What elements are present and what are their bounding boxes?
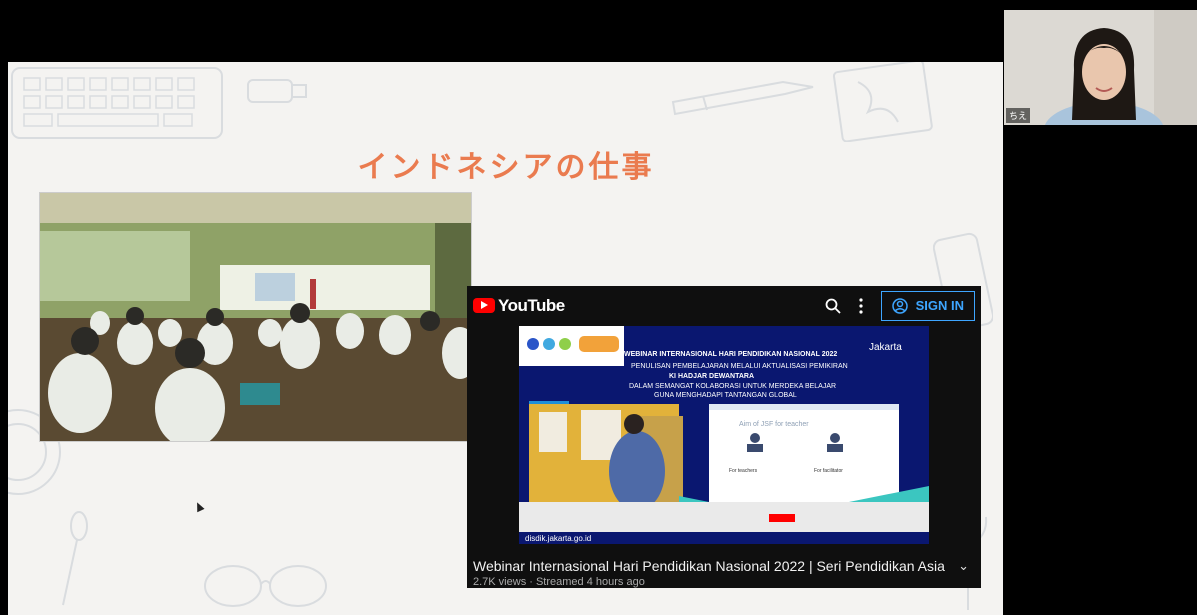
participant-video[interactable]: ちえ — [1004, 10, 1197, 125]
banner-site: disdik.jakarta.go.id — [525, 534, 591, 543]
banner-line4: DALAM SEMANGAT KOLABORASI UNTUK MERDEKA … — [629, 383, 836, 390]
banner-line3: KI HADJAR DEWANTARA — [669, 373, 754, 380]
youtube-embed[interactable]: YouTube SIGN IN WEBINAR INTERNASIONAL HA… — [467, 286, 981, 588]
classroom-photo — [39, 192, 472, 442]
notebook-doodle-icon — [832, 62, 933, 142]
mouse-cursor-icon — [193, 500, 205, 513]
youtube-play-logo-icon — [473, 298, 495, 313]
search-icon[interactable] — [825, 298, 841, 314]
presentation-slide: インドネシアの仕事 YouTube SIGN IN WEBINAR INTERN… — [8, 62, 1003, 615]
keyboard-doodle-icon — [11, 67, 223, 139]
account-icon — [891, 297, 908, 314]
youtube-logo[interactable]: YouTube — [473, 296, 565, 316]
slide-right-text: For facilitator — [814, 468, 843, 474]
pencil-doodle-icon — [671, 80, 814, 116]
banner-line2: PENULISAN PEMBELAJARAN MELALUI AKTUALISA… — [631, 363, 848, 370]
video-title[interactable]: Webinar Internasional Hari Pendidikan Na… — [473, 558, 945, 574]
banner-line5: GUNA MENGHADAPI TANTANGAN GLOBAL — [654, 392, 797, 399]
sign-in-button[interactable]: SIGN IN — [880, 290, 975, 321]
slide-title: インドネシアの仕事 — [357, 150, 655, 185]
slide-left-text: For teachers — [729, 468, 758, 474]
more-options-icon[interactable] — [858, 297, 863, 314]
participant-avatar — [1004, 10, 1197, 125]
banner-city: Jakarta — [869, 342, 902, 353]
youtube-top-bar: YouTube SIGN IN — [467, 286, 981, 325]
video-meta: 2.7K views · Streamed 4 hours ago — [473, 576, 645, 588]
chevron-down-icon[interactable]: ⌄ — [958, 558, 969, 574]
banner-line1: WEBINAR INTERNASIONAL HARI PENDIDIKAN NA… — [624, 351, 837, 358]
sign-in-label: SIGN IN — [915, 298, 964, 313]
slide-heading: Aim of JSF for teacher — [739, 421, 809, 428]
video-frame: WEBINAR INTERNASIONAL HARI PENDIDIKAN NA… — [519, 326, 929, 544]
video-player[interactable]: WEBINAR INTERNASIONAL HARI PENDIDIKAN NA… — [519, 326, 929, 544]
participant-name: ちえ — [1006, 108, 1031, 123]
usb-drive-doodle-icon — [247, 79, 307, 103]
glasses-doodle-icon — [204, 565, 327, 607]
spoon-doodle-icon — [62, 511, 88, 606]
youtube-wordmark: YouTube — [498, 295, 565, 315]
